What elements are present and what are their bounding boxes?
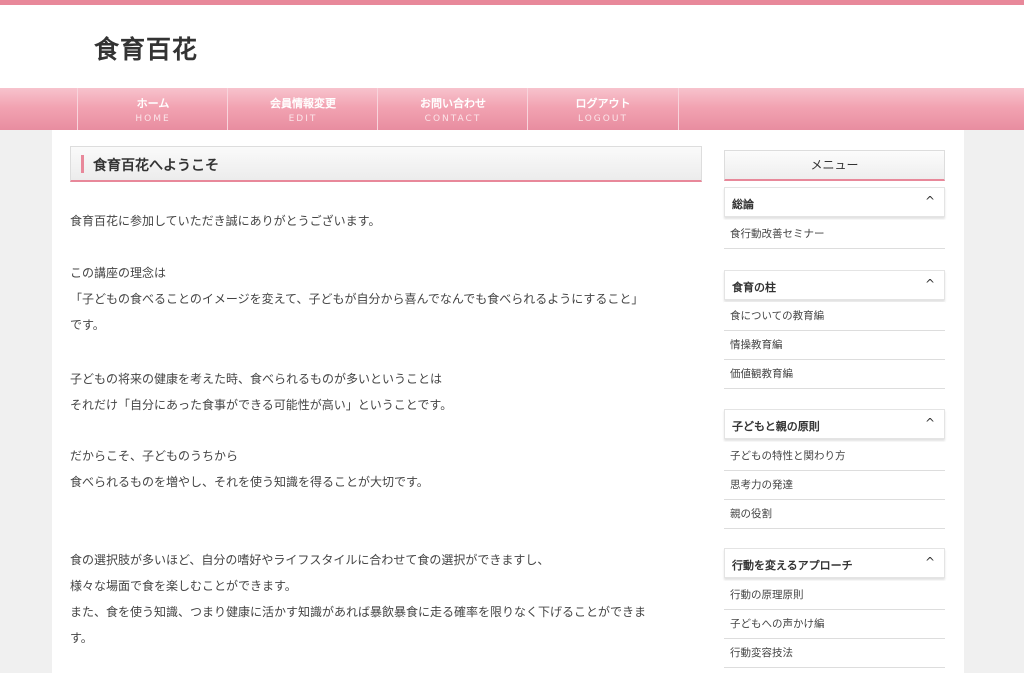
section-label: 行動を変えるアプローチ	[732, 559, 853, 572]
nav-home-label: ホーム	[136, 97, 170, 110]
text-line: す。	[70, 631, 93, 645]
sidebar-section-child-parent[interactable]: 子どもと親の原則 ^	[724, 409, 945, 439]
text-line: 食育百花に参加していただき誠にありがとうございます。	[70, 214, 381, 228]
sidebar-item-child-talk[interactable]: 子どもへの声かけ編	[724, 610, 945, 639]
text-line: 食の選択肢が多いほど、自分の嗜好やライフスタイルに合わせて食の選択ができますし、	[70, 553, 550, 567]
section-label: 食育の柱	[732, 281, 776, 294]
collapse-caret-icon: ^	[924, 277, 935, 291]
sidebar-section-overview[interactable]: 総論 ^	[724, 187, 945, 217]
sidebar-item-behavior-seminar[interactable]: 食行動改善セミナー	[724, 220, 945, 249]
sidebar-item-food-education[interactable]: 食についての教育編	[724, 302, 945, 331]
sidebar-item-child-traits[interactable]: 子どもの特性と関わり方	[724, 442, 945, 471]
nav-logout-sublabel: LOGOUT	[578, 114, 628, 124]
text-line: です。	[70, 318, 105, 332]
section-label: 子どもと親の原則	[732, 420, 820, 433]
nav-contact-sublabel: CONTACT	[424, 114, 482, 124]
nav-contact-label: お問い合わせ	[420, 97, 486, 110]
nav-contact[interactable]: お問い合わせ CONTACT	[377, 88, 528, 130]
sidebar-item-behavior-change[interactable]: 行動変容技法	[724, 639, 945, 668]
sidebar-item-values-education[interactable]: 価値観教育編	[724, 360, 945, 389]
sidebar-item-thinking-development[interactable]: 思考力の発達	[724, 471, 945, 500]
text-line: だからこそ、子どものうちから	[70, 449, 239, 463]
philosophy-paragraph: この講座の理念は 「子どもの食べることのイメージを変えて、子どもが自分から喜んで…	[70, 260, 710, 338]
site-header: 食育百花	[0, 5, 1024, 88]
section-label: 総論	[732, 198, 754, 211]
sidebar-item-parent-role[interactable]: 親の役割	[724, 500, 945, 529]
nav-edit-sublabel: EDIT	[288, 114, 318, 124]
sidebar-section-pillars[interactable]: 食育の柱 ^	[724, 270, 945, 300]
welcome-heading-box: 食育百花へようこそ	[70, 146, 702, 182]
text-line: 「子どもの食べることのイメージを変えて、子どもが自分から喜んでなんでも食べられる…	[70, 292, 644, 306]
choices-paragraph: 食の選択肢が多いほど、自分の嗜好やライフスタイルに合わせて食の選択ができますし、…	[70, 547, 710, 651]
text-line: 様々な場面で食を楽しむことができます。	[70, 579, 297, 593]
page-title: 食育百花へようこそ	[93, 158, 219, 174]
collapse-caret-icon: ^	[924, 416, 935, 430]
nav-logout-label: ログアウト	[575, 97, 631, 110]
sidebar-item-emotional-education[interactable]: 情操教育編	[724, 331, 945, 360]
text-line: この講座の理念は	[70, 266, 167, 280]
text-line: 食べられるものを増やし、それを使う知識を得ることが大切です。	[70, 475, 429, 489]
heading-accent-bar	[81, 155, 84, 173]
intro-paragraph: 食育百花に参加していただき誠にありがとうございます。	[70, 208, 710, 234]
nav-home-sublabel: HOME	[135, 114, 171, 124]
health-paragraph: 子どもの将来の健康を考えた時、食べられるものが多いということは それだけ「自分に…	[70, 366, 710, 418]
main-nav: ホーム HOME 会員情報変更 EDIT お問い合わせ CONTACT ログアウ…	[0, 88, 1024, 130]
sidebar-item-behavior-principles[interactable]: 行動の原理原則	[724, 581, 945, 610]
sidebar-section-behavior-approach[interactable]: 行動を変えるアプローチ ^	[724, 548, 945, 578]
text-line: また、食を使う知識、つまり健康に活かす知識があれば暴飲暴食に走る確率を限りなく下…	[70, 605, 647, 619]
nav-home[interactable]: ホーム HOME	[77, 88, 228, 130]
nav-edit[interactable]: 会員情報変更 EDIT	[227, 88, 378, 130]
text-line: 子どもの将来の健康を考えた時、食べられるものが多いということは	[70, 372, 443, 386]
nav-edit-label: 会員情報変更	[270, 97, 336, 110]
collapse-caret-icon: ^	[924, 194, 935, 208]
sidebar-title: メニュー	[724, 150, 945, 181]
nav-logout[interactable]: ログアウト LOGOUT	[527, 88, 679, 130]
site-title[interactable]: 食育百花	[94, 30, 198, 66]
collapse-caret-icon: ^	[924, 555, 935, 569]
text-line: それだけ「自分にあった食事ができる可能性が高い」ということです。	[70, 398, 453, 412]
childhood-paragraph: だからこそ、子どものうちから 食べられるものを増やし、それを使う知識を得ることが…	[70, 443, 710, 495]
